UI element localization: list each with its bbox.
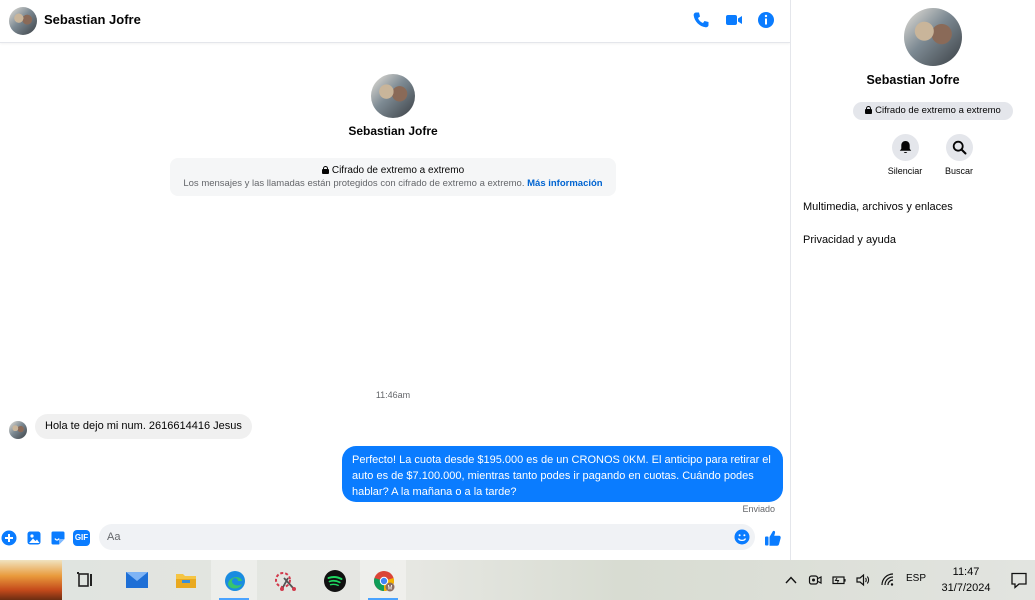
input-language[interactable]: ESP [906,573,926,584]
file-explorer-button[interactable] [162,560,208,600]
mute-label: Silenciar [887,166,923,176]
battery-icon[interactable] [831,572,847,588]
info-icon[interactable] [756,10,776,30]
side-contact-name: Sebastian Jofre [866,73,960,87]
media-files-links-section[interactable]: Multimedia, archivos y enlaces [803,201,953,213]
mail-button[interactable] [113,560,159,600]
plus-icon[interactable] [1,530,17,546]
sender-avatar[interactable] [9,421,27,439]
mail-icon [126,572,148,588]
chrome-button[interactable]: M [360,560,406,600]
chrome-icon: M [374,571,395,592]
bell-icon [899,141,911,153]
encryption-description: Los mensajes y las llamadas están proteg… [183,178,525,189]
messenger-window: Sebastian Jofre Sebastian Jofre Cifrado … [0,0,1035,560]
notifications-icon[interactable] [1010,571,1028,589]
edge-icon [225,571,245,591]
clock-time: 11:47 [952,566,980,578]
snipping-tool-icon [275,572,296,591]
video-camera-icon[interactable] [724,10,744,30]
search-button[interactable]: Buscar [935,134,983,176]
outgoing-message[interactable]: Perfecto! La cuota desde $195.000 es de … [342,446,783,502]
encryption-badge[interactable]: Cifrado de extremo a extremo [853,102,1013,120]
lock-icon [865,106,873,114]
clock-date: 31/7/2024 [941,582,991,594]
task-view-icon [77,572,92,587]
contact-avatar[interactable] [9,7,37,35]
photo-icon[interactable] [26,530,42,546]
contact-profile-name: Sebastian Jofre [348,124,438,138]
wifi-icon[interactable] [880,572,896,588]
message-composer: GIF [0,522,790,554]
message-status: Enviado [742,504,775,514]
contact-name[interactable]: Sebastian Jofre [44,12,141,27]
message-input-container [99,524,755,550]
privacy-help-section[interactable]: Privacidad y ayuda [803,234,896,246]
encryption-title: Cifrado de extremo a extremo [331,165,465,176]
spotify-icon [324,570,346,592]
volume-icon[interactable] [855,572,871,588]
conversation-details-panel: Sebastian Jofre Cifrado de extremo a ext… [791,0,1035,560]
task-view-button[interactable] [62,560,108,600]
show-hidden-icons-icon[interactable] [783,572,799,588]
start-button[interactable] [0,560,62,600]
encryption-notice: Cifrado de extremo a extremo Los mensaje… [170,158,616,196]
emoji-icon[interactable] [734,529,750,545]
snipping-tool-button[interactable] [262,560,308,600]
meet-now-icon[interactable] [807,572,823,588]
chat-pane: Sebastian Jofre Sebastian Jofre Cifrado … [0,0,790,560]
svg-text:M: M [388,586,393,592]
chat-header: Sebastian Jofre [0,0,790,43]
message-timestamp: 11:46am [375,390,411,400]
windows-taskbar: M ESP 11:47 31/7/2024 [0,560,1035,600]
gif-icon[interactable]: GIF [73,530,90,546]
file-explorer-icon [176,574,196,588]
search-icon [952,140,966,155]
edge-button[interactable] [211,560,257,600]
incoming-message[interactable]: Hola te dejo mi num. 2616614416 Jesus [35,414,252,439]
sticker-icon[interactable] [50,530,66,546]
phone-icon[interactable] [691,10,711,30]
system-clock[interactable]: 11:47 31/7/2024 [935,564,997,596]
side-contact-avatar[interactable] [904,8,962,66]
thumbs-up-icon[interactable] [764,529,782,547]
message-input[interactable] [107,524,727,550]
contact-profile-avatar[interactable] [371,74,415,118]
spotify-button[interactable] [311,560,357,600]
mute-button[interactable]: Silenciar [881,134,929,176]
search-label: Buscar [944,166,973,176]
lock-icon [321,166,329,174]
more-info-link[interactable]: Más información [527,178,603,189]
